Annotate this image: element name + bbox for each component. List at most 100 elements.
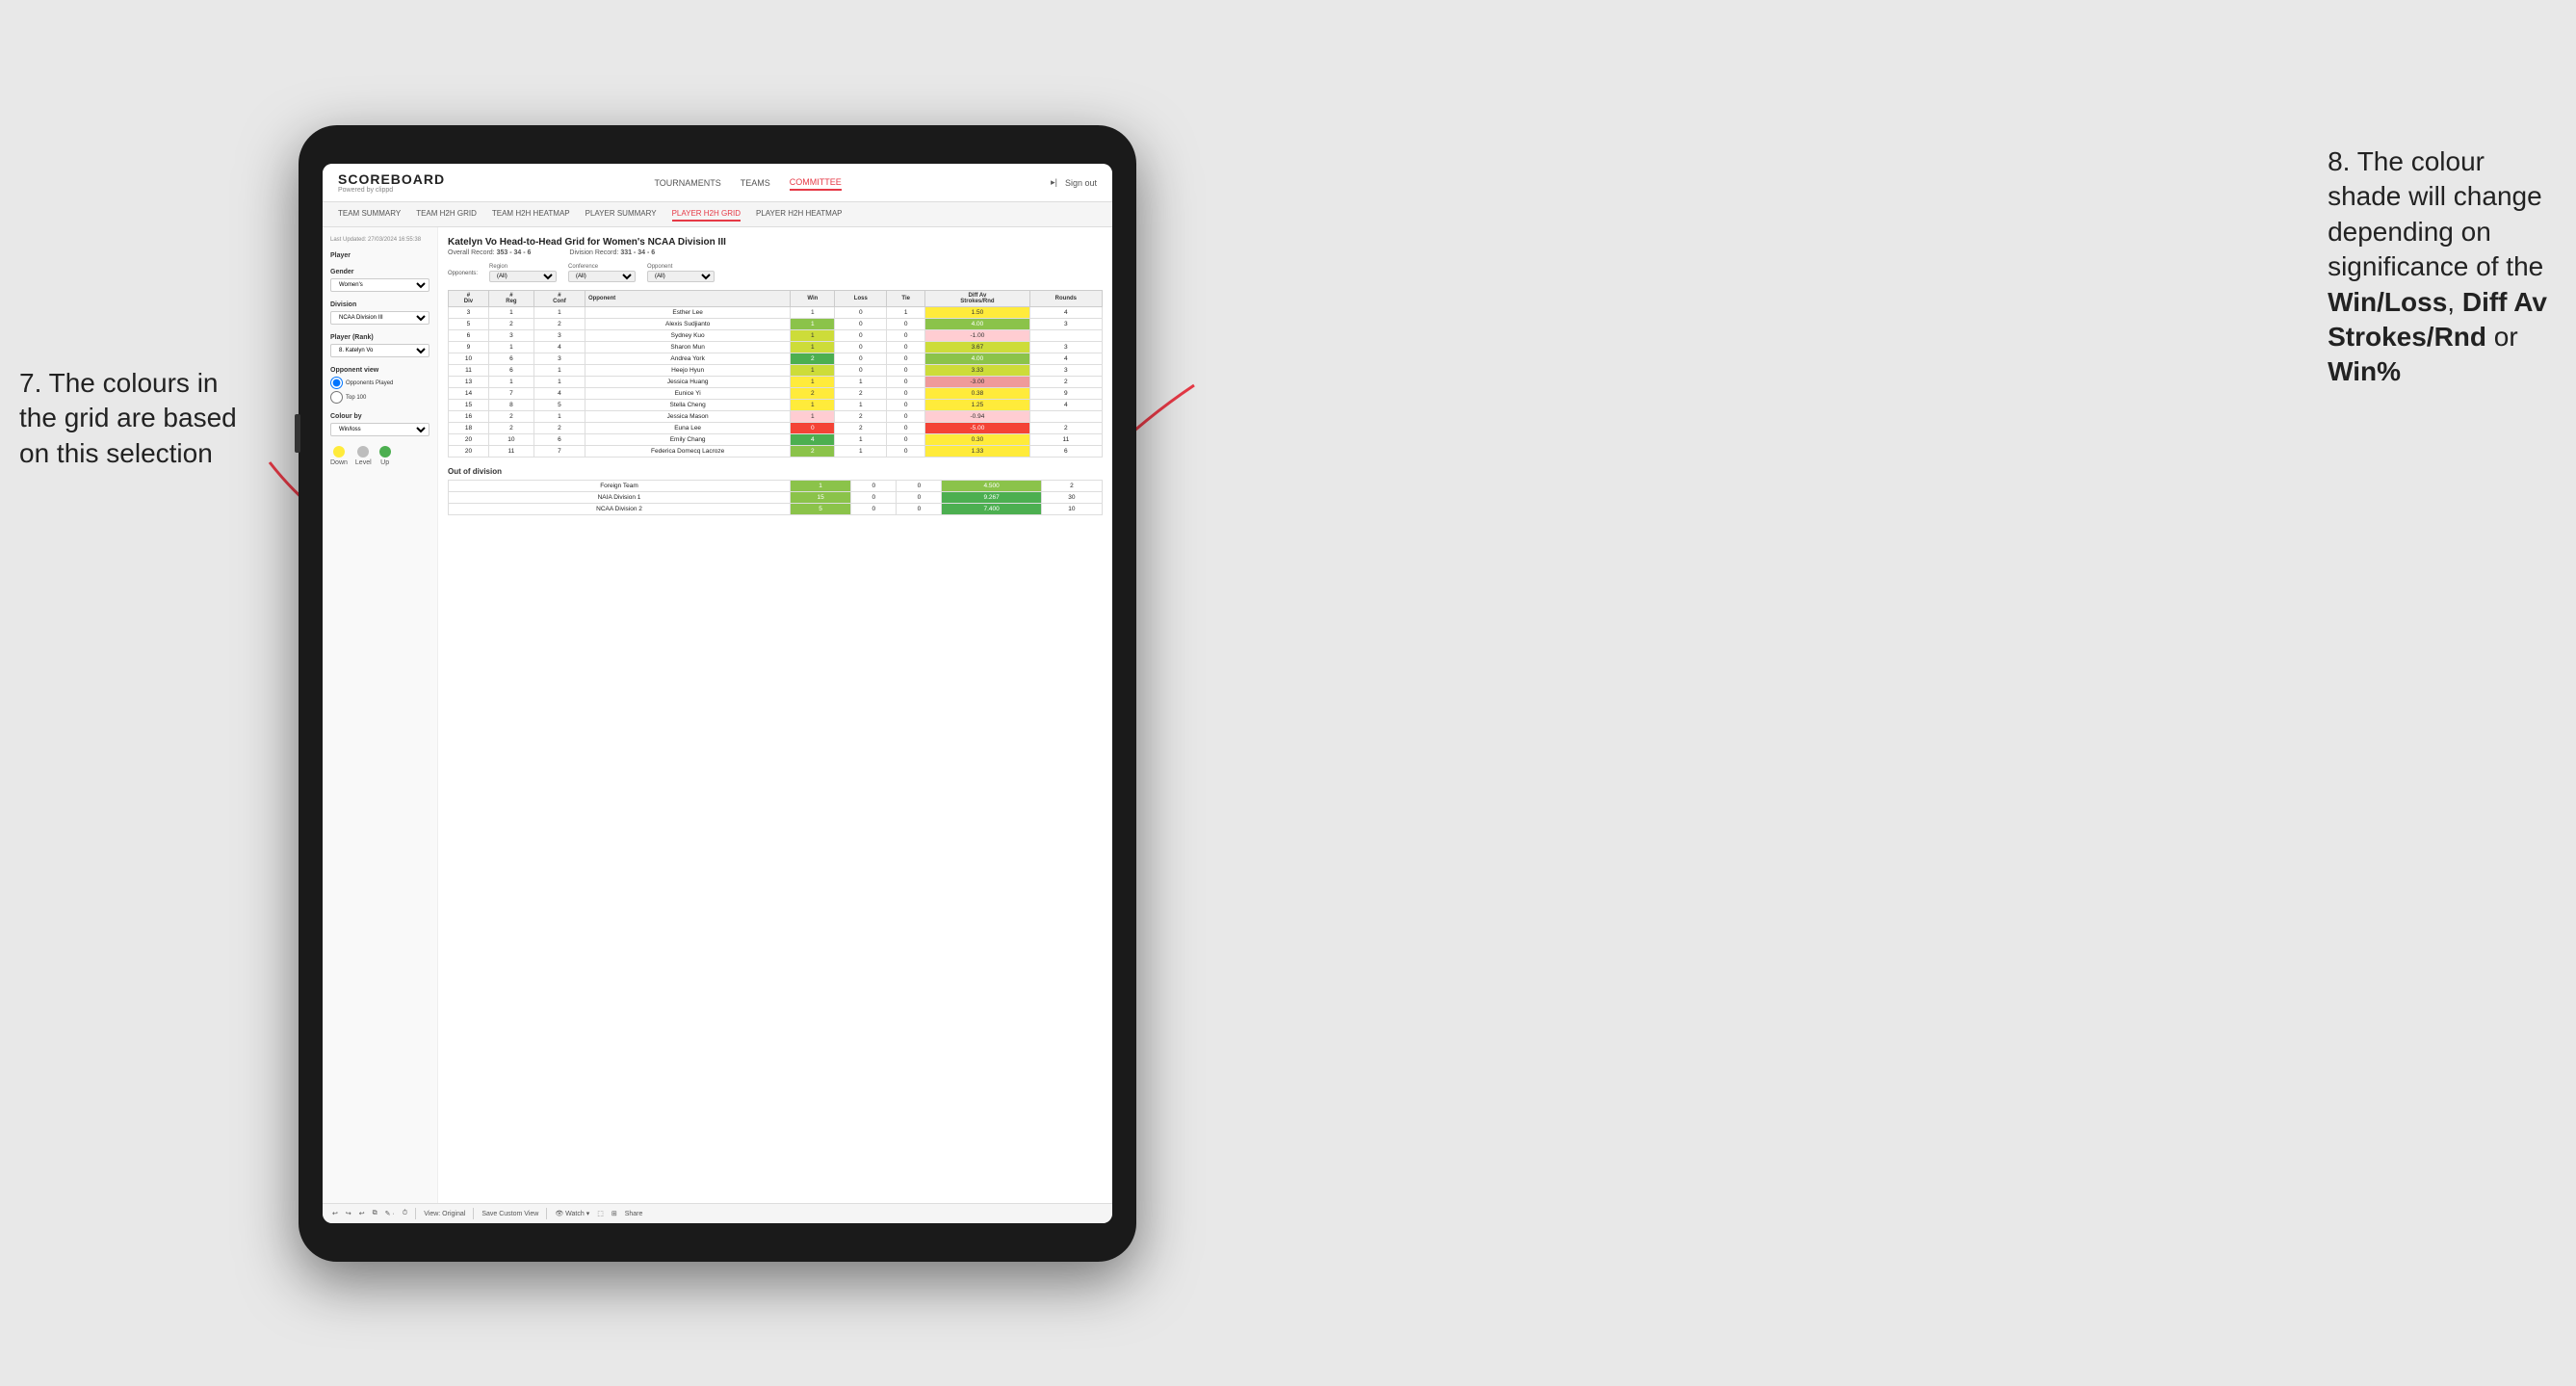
filter-conference-group: Conference (All)	[568, 264, 636, 282]
table-row: 20 10 6 Emily Chang 4 1 0 0.30 11	[449, 434, 1103, 446]
main-content: Last Updated: 27/03/2024 16:55:38 Player…	[323, 227, 1112, 1203]
cell-diff: 3.33	[925, 365, 1030, 377]
ood-cell-opponent: NCAA Division 2	[449, 504, 791, 515]
cell-loss: 2	[835, 411, 887, 423]
annotation-left: 7. The colours in the grid are based on …	[19, 366, 237, 471]
sidebar-player-section: Player	[330, 252, 429, 259]
back-button[interactable]: ↩	[359, 1210, 365, 1217]
redo-button[interactable]: ↪	[346, 1210, 351, 1217]
filter-region-label: Region	[489, 264, 557, 270]
grid-icon-button[interactable]: ⊞	[611, 1210, 617, 1217]
overall-record-value: 353 - 34 - 6	[497, 249, 532, 256]
cell-diff: 4.00	[925, 319, 1030, 330]
clock-button[interactable]: ⏱	[403, 1210, 407, 1217]
content-area: Katelyn Vo Head-to-Head Grid for Women's…	[438, 227, 1112, 1203]
share-icon-button[interactable]: ⬚	[597, 1210, 604, 1217]
cell-reg: 11	[488, 446, 533, 458]
sidebar-opponent-view-label: Opponent view	[330, 367, 429, 374]
cell-reg: 10	[488, 434, 533, 446]
cell-rounds: 4	[1029, 353, 1102, 365]
copy-button[interactable]: ⧉	[373, 1210, 377, 1217]
nav-committee[interactable]: COMMITTEE	[790, 175, 842, 191]
cell-tie: 1	[887, 307, 925, 319]
filter-conference-label: Conference	[568, 264, 636, 270]
cell-opponent: Eunice Yi	[585, 388, 790, 400]
cell-opponent: Stella Cheng	[585, 400, 790, 411]
cell-rounds: 11	[1029, 434, 1102, 446]
cell-loss: 0	[835, 307, 887, 319]
filter-row: Opponents: Region (All) Conference (All)	[448, 264, 1103, 282]
subnav-team-h2h-heatmap[interactable]: TEAM H2H HEATMAP	[492, 207, 570, 222]
subnav-team-h2h-grid[interactable]: TEAM H2H GRID	[416, 207, 477, 222]
sidebar-gender-select[interactable]: Women's	[330, 278, 429, 292]
overall-record-label: Overall Record: 353 - 34 - 6	[448, 249, 531, 256]
toolbar-divider-3	[546, 1208, 547, 1219]
ood-table-row: Foreign Team 1 0 0 4.500 2	[449, 481, 1103, 492]
filter-opponent-select[interactable]: (All)	[647, 271, 715, 282]
cell-diff: -5.00	[925, 423, 1030, 434]
save-custom-button[interactable]: Save Custom View	[481, 1211, 538, 1217]
undo-button[interactable]: ↩	[332, 1210, 338, 1217]
sidebar-colour-select[interactable]: Win/loss	[330, 423, 429, 436]
cell-win: 4	[791, 434, 835, 446]
radio-top100-input[interactable]	[330, 391, 343, 404]
bottom-toolbar: ↩ ↪ ↩ ⧉ ✎ · ⏱ View: Original Save Custom…	[323, 1203, 1112, 1223]
legend-dot-up	[379, 446, 391, 458]
cell-tie: 0	[887, 342, 925, 353]
cell-loss: 2	[835, 388, 887, 400]
radio-played-input[interactable]	[330, 377, 343, 389]
cell-conf: 1	[533, 377, 585, 388]
subnav-player-summary[interactable]: PLAYER SUMMARY	[585, 207, 657, 222]
cell-conf: 7	[533, 446, 585, 458]
table-row: 5 2 2 Alexis Sudjianto 1 0 0 4.00 3	[449, 319, 1103, 330]
cell-tie: 0	[887, 388, 925, 400]
cell-tie: 0	[887, 353, 925, 365]
cell-div: 9	[449, 342, 489, 353]
legend-row: Down Level Up	[330, 446, 429, 466]
table-row: 9 1 4 Sharon Mun 1 0 0 3.67 3	[449, 342, 1103, 353]
cell-loss: 1	[835, 434, 887, 446]
cell-div: 6	[449, 330, 489, 342]
sidebar-division-label: Division	[330, 301, 429, 308]
ood-table-row: NCAA Division 2 5 0 0 7.400 10	[449, 504, 1103, 515]
side-button	[295, 414, 300, 453]
subnav-player-h2h-grid[interactable]: PLAYER H2H GRID	[672, 207, 741, 222]
cell-rounds: 3	[1029, 319, 1102, 330]
watch-button[interactable]: 👁 Watch ▾	[555, 1210, 589, 1217]
cell-diff: 0.38	[925, 388, 1030, 400]
cell-win: 2	[791, 446, 835, 458]
sidebar: Last Updated: 27/03/2024 16:55:38 Player…	[323, 227, 438, 1203]
sidebar-radio-played[interactable]: Opponents Played	[330, 377, 429, 389]
filter-conference-select[interactable]: (All)	[568, 271, 636, 282]
legend-label-down: Down	[330, 459, 348, 466]
ood-cell-loss: 0	[851, 504, 897, 515]
cell-div: 14	[449, 388, 489, 400]
cell-reg: 3	[488, 330, 533, 342]
table-row: 20 11 7 Federica Domecq Lacroze 2 1 0 1.…	[449, 446, 1103, 458]
sidebar-division-select[interactable]: NCAA Division III	[330, 311, 429, 325]
subnav-player-h2h-heatmap[interactable]: PLAYER H2H HEATMAP	[756, 207, 843, 222]
nav-tournaments[interactable]: TOURNAMENTS	[654, 176, 720, 190]
view-original-button[interactable]: View: Original	[424, 1211, 465, 1217]
cell-diff: 3.67	[925, 342, 1030, 353]
cell-reg: 2	[488, 423, 533, 434]
cell-opponent: Jessica Mason	[585, 411, 790, 423]
share-button[interactable]: Share	[625, 1211, 643, 1217]
ood-cell-tie: 0	[897, 492, 942, 504]
cell-tie: 0	[887, 319, 925, 330]
cell-loss: 0	[835, 365, 887, 377]
filter-opponent-label: Opponent	[647, 264, 715, 270]
edit-button[interactable]: ✎ ·	[385, 1210, 395, 1217]
cell-tie: 0	[887, 330, 925, 342]
cell-conf: 1	[533, 411, 585, 423]
sidebar-player-rank-select[interactable]: 8. Katelyn Vo	[330, 344, 429, 357]
sidebar-radio-top100[interactable]: Top 100	[330, 391, 429, 404]
sidebar-gender-label: Gender	[330, 269, 429, 275]
annotation-right: 8. The colour shade will change dependin…	[2328, 144, 2547, 390]
nav-teams[interactable]: TEAMS	[741, 176, 770, 190]
filter-region-select[interactable]: (All)	[489, 271, 557, 282]
sign-out-button[interactable]: Sign out	[1065, 176, 1097, 190]
grid-title: Katelyn Vo Head-to-Head Grid for Women's…	[448, 237, 1103, 248]
subnav-team-summary[interactable]: TEAM SUMMARY	[338, 207, 401, 222]
cell-win: 1	[791, 411, 835, 423]
